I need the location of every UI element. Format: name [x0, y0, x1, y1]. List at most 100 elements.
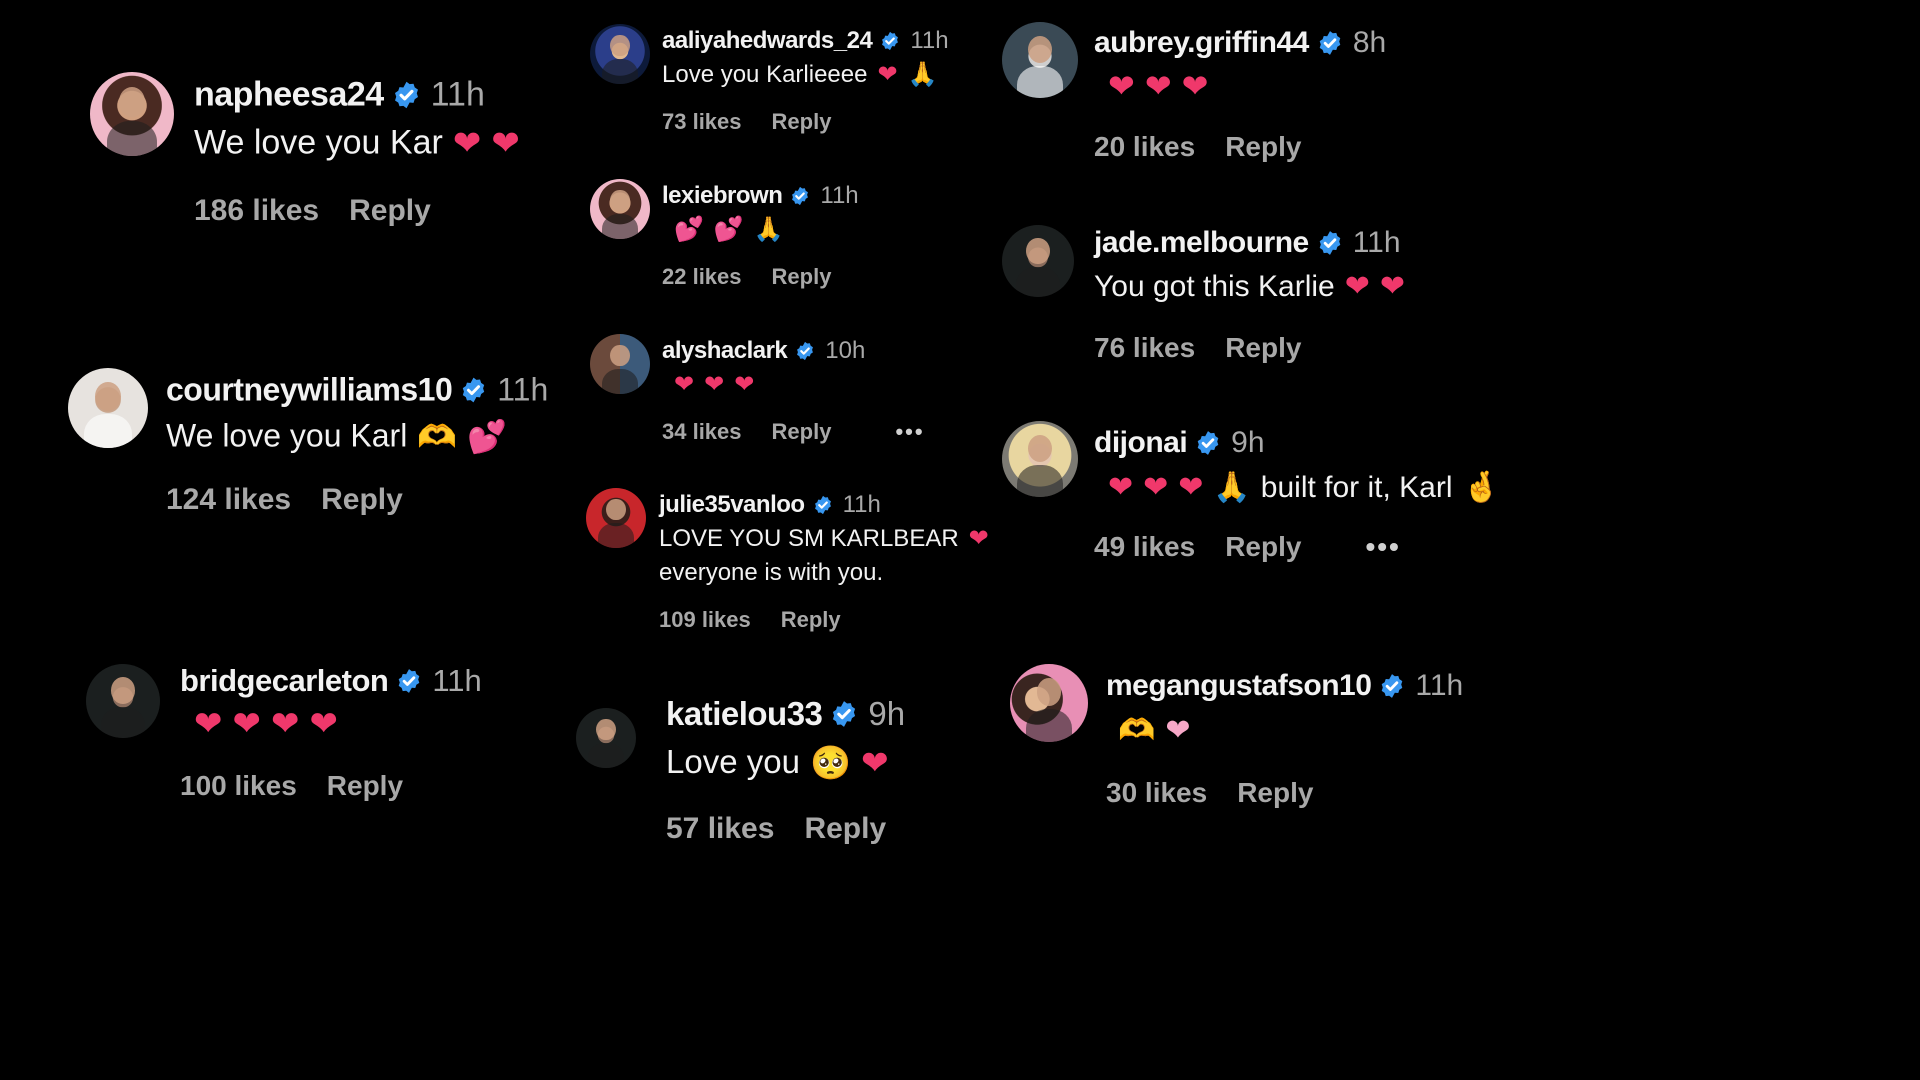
reply-button[interactable]: Reply — [772, 419, 832, 445]
likes-count[interactable]: 186 likes — [194, 194, 319, 228]
avatar[interactable] — [1002, 22, 1078, 98]
red-heart-icon: ❤ — [452, 124, 482, 162]
reply-button[interactable]: Reply — [1225, 131, 1301, 163]
verified-badge-icon — [1319, 31, 1341, 55]
likes-count[interactable]: 76 likes — [1094, 332, 1195, 364]
red-heart-icon: ❤ — [877, 61, 898, 88]
verified-badge-icon — [1382, 674, 1403, 698]
avatar[interactable] — [1002, 421, 1078, 497]
comment-body: We love you Karl — [166, 417, 408, 454]
comment-timestamp: 11h — [842, 491, 881, 518]
red-heart-icon: ❤ — [734, 371, 755, 398]
username-link[interactable]: katielou33 — [666, 695, 823, 733]
red-heart-icon: ❤ — [309, 705, 339, 743]
comment-body: You got this Karlie — [1094, 270, 1335, 303]
comment-timestamp: 9h — [1231, 426, 1265, 459]
comment-body-continued: everyone is with you. — [659, 559, 884, 586]
comment-text: You got this Karlie ❤ ❤ — [1094, 270, 1405, 304]
verified-badge-icon — [399, 669, 420, 693]
username-link[interactable]: aubrey.griffin44 — [1094, 26, 1309, 60]
reply-button[interactable]: Reply — [804, 812, 886, 846]
likes-count[interactable]: 30 likes — [1106, 777, 1207, 809]
comment-timestamp: 11h — [910, 27, 949, 54]
red-heart-icon: ❤ — [1181, 68, 1209, 104]
two-hearts-icon: 💕 — [467, 418, 507, 454]
comment-text: Love you Karlieeee ❤ 🙏 — [662, 61, 937, 89]
red-heart-icon: ❤ — [861, 743, 889, 781]
reply-button[interactable]: Reply — [1225, 332, 1301, 364]
likes-count[interactable]: 34 likes — [662, 419, 742, 445]
comment-text: ❤ ❤ ❤ ❤ — [184, 707, 338, 741]
reply-button[interactable]: Reply — [1237, 777, 1313, 809]
more-options-icon[interactable]: ••• — [895, 419, 924, 445]
comment-body: built for it, Karl — [1260, 471, 1453, 504]
comment-text: 💕 💕 🙏 — [664, 218, 784, 242]
comment-timestamp: 10h — [825, 337, 866, 364]
verified-badge-icon — [394, 81, 418, 109]
avatar[interactable] — [590, 179, 650, 239]
avatar[interactable] — [86, 664, 160, 738]
avatar[interactable] — [90, 72, 174, 156]
red-heart-icon: ❤ — [491, 124, 520, 162]
comment-timestamp: 11h — [497, 371, 549, 408]
username-link[interactable]: courtneywilliams10 — [166, 372, 453, 409]
reply-button[interactable]: Reply — [1225, 531, 1301, 563]
comment-timestamp: 8h — [1352, 26, 1387, 59]
verified-badge-icon — [1197, 431, 1219, 455]
red-heart-icon: ❤ — [271, 705, 300, 743]
comment-text: ❤ ❤ ❤ 🙏 built for it, Karl 🤞 — [1098, 471, 1500, 505]
username-link[interactable]: aaliyahedwards_24 — [662, 27, 873, 55]
verified-badge-icon — [814, 495, 831, 515]
likes-count[interactable]: 20 likes — [1094, 131, 1195, 163]
red-heart-icon: ❤ — [704, 371, 725, 398]
username-link[interactable]: alyshaclark — [662, 337, 788, 365]
avatar[interactable] — [68, 368, 148, 448]
likes-count[interactable]: 49 likes — [1094, 531, 1195, 563]
avatar[interactable] — [1002, 225, 1074, 297]
username-link[interactable]: megangustafson10 — [1106, 669, 1372, 703]
red-heart-icon: ❤ — [1144, 68, 1172, 104]
username-link[interactable]: lexiebrown — [662, 182, 783, 210]
likes-count[interactable]: 109 likes — [659, 607, 751, 633]
reply-button[interactable]: Reply — [772, 264, 832, 290]
verified-badge-icon — [1319, 231, 1341, 255]
comment-text: Love you 🥺 ❤ — [666, 743, 889, 781]
avatar[interactable] — [576, 708, 636, 768]
reply-button[interactable]: Reply — [327, 770, 403, 802]
reply-button[interactable]: Reply — [781, 607, 841, 633]
avatar[interactable] — [590, 24, 650, 84]
username-link[interactable]: napheesa24 — [194, 76, 384, 115]
likes-count[interactable]: 73 likes — [662, 109, 742, 135]
avatar[interactable] — [590, 334, 650, 394]
pink-heart-icon: ❤ — [1108, 471, 1134, 504]
comment-timestamp: 11h — [432, 663, 482, 698]
avatar[interactable] — [586, 488, 646, 548]
reply-button[interactable]: Reply — [349, 194, 431, 228]
comment-body: Love you Karlieeee — [662, 61, 868, 88]
username-link[interactable]: dijonai — [1094, 426, 1188, 460]
heart-hands-icon: 🫶 — [417, 418, 458, 454]
reply-button[interactable]: Reply — [321, 483, 403, 517]
heart-hands-icon: 🫶 — [1118, 714, 1156, 747]
username-link[interactable]: julie35vanloo — [659, 491, 805, 519]
comment-timestamp: 11h — [1415, 669, 1464, 702]
verified-badge-icon — [882, 31, 899, 51]
red-heart-icon: ❤ — [232, 705, 262, 743]
likes-count[interactable]: 22 likes — [662, 264, 742, 290]
red-heart-icon: ❤ — [194, 705, 223, 743]
avatar[interactable] — [1010, 664, 1088, 742]
username-link[interactable]: jade.melbourne — [1094, 226, 1309, 260]
comment-text: ❤ ❤ ❤ — [664, 373, 754, 397]
comment-text: 🫶 ❤ — [1108, 716, 1191, 746]
reply-button[interactable]: Reply — [772, 109, 832, 135]
comment-body: We love you Kar — [194, 123, 443, 162]
more-options-icon[interactable]: ••• — [1365, 531, 1400, 563]
two-hearts-icon: 💕 — [674, 216, 704, 243]
likes-count[interactable]: 100 likes — [180, 770, 297, 802]
comment-timestamp: 11h — [430, 75, 485, 114]
likes-count[interactable]: 57 likes — [666, 812, 774, 846]
username-link[interactable]: bridgecarleton — [180, 663, 389, 699]
likes-count[interactable]: 124 likes — [166, 483, 291, 517]
pleading-face-icon: 🥺 — [809, 743, 852, 781]
red-heart-icon: ❤ — [674, 371, 695, 398]
